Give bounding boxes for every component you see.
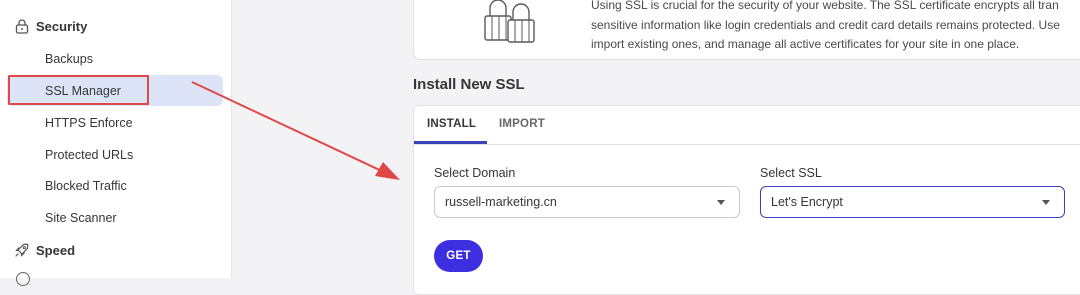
rocket-icon [14,242,30,258]
get-button[interactable]: GET [434,240,483,272]
ssl-info-text: Using SSL is crucial for the security of… [591,0,1080,55]
sidebar-item-protected-urls[interactable]: Protected URLs [45,148,133,162]
select-ssl-dropdown[interactable]: Let's Encrypt [760,186,1065,218]
sidebar-item-https-enforce[interactable]: HTTPS Enforce [45,116,133,130]
select-domain-dropdown[interactable]: russell-marketing.cn [434,186,740,218]
sidebar-item-blocked-traffic[interactable]: Blocked Traffic [45,179,127,193]
lock-icon [14,18,30,34]
padlocks-illustration [480,0,540,51]
tab-install[interactable]: INSTALL [427,118,476,130]
install-ssl-title: Install New SSL [413,76,525,93]
sidebar-section-speed[interactable]: Speed [14,242,75,258]
info-line: Using SSL is crucial for the security of… [591,0,1059,12]
install-tabs: INSTALL IMPORT [414,106,1080,145]
select-domain-label: Select Domain [434,166,516,180]
sidebar-item-site-scanner[interactable]: Site Scanner [45,211,117,225]
sidebar-section-security[interactable]: Security [14,18,87,34]
active-tab-indicator [414,141,487,144]
info-line: sensitive information like login credent… [591,17,1060,32]
select-ssl-value: Let's Encrypt [771,195,843,209]
tab-import[interactable]: IMPORT [499,118,545,130]
info-line: import existing ones, and manage all act… [591,37,1020,51]
annotation-highlight-box [8,75,149,105]
sidebar: Security Backups SSL Manager HTTPS Enfor… [0,0,232,286]
chevron-down-icon [717,200,725,205]
select-ssl-label: Select SSL [760,166,822,180]
sidebar-section-label: Speed [36,242,76,258]
select-domain-value: russell-marketing.cn [445,195,557,209]
chevron-down-icon [1042,200,1050,205]
sidebar-item-backups[interactable]: Backups [45,52,93,66]
partial-icon [16,272,30,286]
sidebar-section-label: Security [36,18,88,34]
